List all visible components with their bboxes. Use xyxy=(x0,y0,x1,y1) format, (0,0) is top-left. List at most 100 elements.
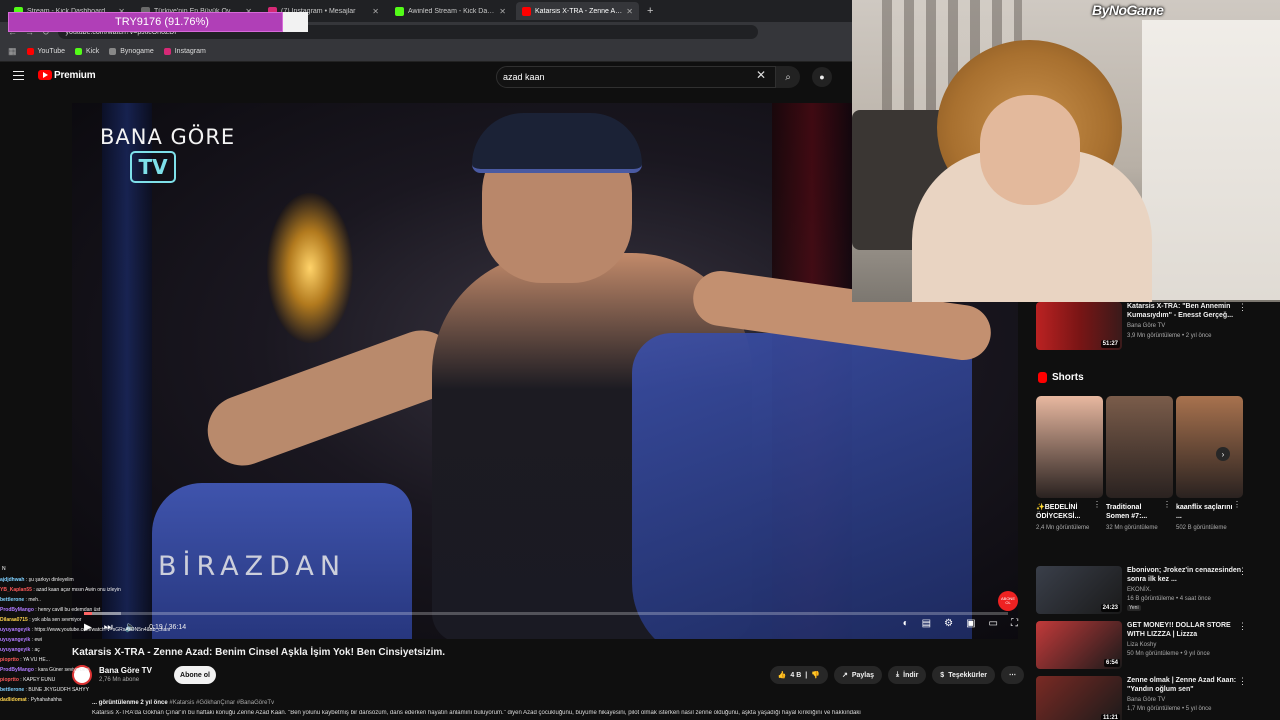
chat-username[interactable]: ProdByMango xyxy=(0,667,34,673)
chat-text: aç xyxy=(34,647,40,653)
streamer-face xyxy=(980,95,1080,205)
shorts-next-icon[interactable]: › xyxy=(1216,447,1230,461)
chat-username[interactable]: uyuyangeyik xyxy=(0,627,30,633)
thumbs-up-icon: 👍 xyxy=(777,672,787,679)
chat-username[interactable]: ProdByMango xyxy=(0,607,34,613)
recommended-channel[interactable]: Bana Göre TV xyxy=(1127,323,1165,329)
bookmark-label: Bynogame xyxy=(120,48,154,55)
fullscreen-icon[interactable]: ⛶ xyxy=(1011,618,1018,629)
more-actions-button[interactable]: ⋯ xyxy=(1001,666,1024,684)
short-thumbnail[interactable] xyxy=(1036,396,1103,498)
video-progress-bar[interactable] xyxy=(84,612,1008,615)
short-thumbnail[interactable] xyxy=(1106,396,1173,498)
bookmark-bynogame[interactable]: Bynogame xyxy=(109,48,154,55)
more-options-icon[interactable]: ⋮ xyxy=(1238,566,1247,577)
chat-username[interactable]: Dilaraa0715 xyxy=(0,617,28,623)
chat-username[interactable]: YB_Kaplan55 xyxy=(0,587,32,593)
chat-text: KAPEY EUNU xyxy=(23,677,56,683)
youtube-premium-label[interactable]: Premium xyxy=(54,70,96,81)
video-thumbnail[interactable]: 51:27 xyxy=(1036,302,1122,350)
bookmark-youtube[interactable]: YouTube xyxy=(26,48,65,55)
video-description[interactable]: Katarsis X-TRA'da Gökhan Çınar'ın bu haf… xyxy=(92,710,1012,716)
settings-gear-icon[interactable]: ⚙ xyxy=(944,618,953,629)
new-badge: Yeni xyxy=(1127,605,1141,611)
time-total: 36:14 xyxy=(168,623,187,631)
bookmark-kick[interactable]: Kick xyxy=(75,48,99,55)
search-input[interactable]: azad kaan xyxy=(496,66,776,88)
short-card[interactable]: Traditional Somen #7:... 32 Mn görüntülem… xyxy=(1106,396,1173,532)
download-button[interactable]: ⤓ İndir xyxy=(888,666,927,684)
short-title[interactable]: ✨BEDELİNİ ÖDİYCEKSİ... xyxy=(1036,503,1094,521)
miniplayer-icon[interactable]: ▣ xyxy=(966,618,975,629)
chat-text: henry cavill bu edemdan üst xyxy=(38,607,101,613)
tab-label: Awinled Stream - Kick Dashbo xyxy=(408,7,496,15)
recommended-title[interactable]: GET MONEY!! DOLLAR STORE WITH LIZZZA | L… xyxy=(1127,621,1247,639)
clear-search-icon[interactable]: ✕ xyxy=(756,68,766,82)
browser-tab[interactable]: Awinled Stream - Kick Dashbo ✕ xyxy=(389,2,512,20)
browser-tab[interactable]: Katarsis X-TRA - Zenne Azad: B✕ xyxy=(516,2,639,20)
hamburger-menu-icon[interactable] xyxy=(13,71,24,80)
tab-close-icon[interactable]: ✕ xyxy=(372,7,379,16)
subscribe-watermark[interactable]: ABONE OL xyxy=(998,591,1018,611)
share-icon: ↗ xyxy=(841,672,848,679)
short-card[interactable]: kaanflix saçlarını ... 502 B görüntüleme ⋮ xyxy=(1176,396,1243,532)
chat-text: https://www.youtube.com/watch?v=sGRsAsDN… xyxy=(34,627,170,633)
recommended-title[interactable]: Katarsis X-TRA: "Ben Annemin Kumasıydım"… xyxy=(1127,302,1247,320)
autoplay-toggle-icon[interactable]: ◐ xyxy=(903,618,909,629)
tab-close-icon[interactable]: ✕ xyxy=(499,7,506,16)
short-title[interactable]: Traditional Somen #7:... xyxy=(1106,503,1164,521)
like-button[interactable]: 👍 4 B | 👎 xyxy=(769,666,828,684)
recommended-title[interactable]: Ebonivon; Jrokez'in cenazesinden sonra i… xyxy=(1127,566,1247,584)
chat-text: meh.. xyxy=(28,597,41,603)
chat-message: bettlerone : BUNE JKYGUDFH SAHYY xyxy=(0,685,170,695)
thumbs-down-icon[interactable]: 👎 xyxy=(811,671,820,679)
hashtags[interactable]: #Katarsis #GökhanÇınar #BanaGöreTv xyxy=(169,700,274,706)
chat-username[interactable]: uyuyangeyik xyxy=(0,647,30,653)
voice-search-button[interactable]: ● xyxy=(812,67,832,87)
thanks-button[interactable]: $ Teşekkürler xyxy=(932,666,995,684)
more-options-icon[interactable]: ⋮ xyxy=(1238,676,1247,687)
short-card[interactable]: ✨BEDELİNİ ÖDİYCEKSİ... 2,4 Mn görüntüleme… xyxy=(1036,396,1103,532)
recommended-channel[interactable]: Liza Koshy xyxy=(1127,642,1156,648)
chat-username[interactable]: dadlidomat xyxy=(0,697,27,703)
theater-mode-icon[interactable]: ▭ xyxy=(989,618,998,629)
chat-username[interactable]: bettlerone xyxy=(0,687,24,693)
chat-username[interactable]: ajdjdhwah xyxy=(0,577,24,583)
player-controls: ▶ ⏭ 🔈 0:19 / 36:14 ◐ ▤ ⚙ ▣ ▭ ⛶ xyxy=(84,618,1018,636)
more-options-icon[interactable]: ⋮ xyxy=(1238,302,1247,313)
new-tab-icon[interactable]: + xyxy=(643,5,653,17)
short-title[interactable]: kaanflix saçlarını ... xyxy=(1176,503,1234,521)
bynogame-icon xyxy=(109,48,117,55)
apps-grid-icon[interactable]: ▦ xyxy=(8,46,17,57)
video-actions: 👍 4 B | 👎 ↗ Paylaş ⤓ İndir $ Teşekkürler ⋯ xyxy=(769,666,1024,684)
chat-username[interactable]: pioprtto xyxy=(0,657,19,663)
video-thumbnail[interactable]: 24:23 xyxy=(1036,566,1122,614)
video-thumbnail[interactable]: 6:54 xyxy=(1036,621,1122,669)
more-options-icon[interactable]: ⋮ xyxy=(1093,500,1101,509)
recommended-title[interactable]: Zenne olmak | Zenne Azad Kaan: "Yandın o… xyxy=(1127,676,1247,694)
tab-close-icon[interactable]: ✕ xyxy=(626,7,633,16)
chat-username[interactable]: uyuyangeyik xyxy=(0,637,30,643)
chat-message: ProdByMango : kara Güner seviyo beni xyxy=(0,665,170,675)
search-button[interactable]: ⌕ xyxy=(776,66,800,88)
subtitles-icon[interactable]: ▤ xyxy=(922,618,931,629)
shorts-label: Shorts xyxy=(1052,372,1084,383)
kick-icon xyxy=(75,48,83,55)
short-thumbnail[interactable] xyxy=(1176,396,1243,498)
share-button[interactable]: ↗ Paylaş xyxy=(833,666,883,684)
bookmark-label: Kick xyxy=(86,48,100,55)
more-options-icon[interactable]: ⋮ xyxy=(1233,500,1241,509)
chat-username[interactable]: pioprtto xyxy=(0,677,19,683)
chat-text: yok abla sen sevmiyor xyxy=(31,617,82,623)
recommended-channel[interactable]: Bana Göre TV xyxy=(1127,697,1165,703)
bookmark-instagram[interactable]: Instagram xyxy=(163,48,206,55)
more-options-icon[interactable]: ⋮ xyxy=(1163,500,1171,509)
video-thumbnail[interactable]: 11:21 xyxy=(1036,676,1122,720)
chat-username[interactable]: bettlerone xyxy=(0,597,24,603)
divider: | xyxy=(805,671,808,679)
video-duration: 6:54 xyxy=(1103,659,1120,667)
youtube-logo-icon[interactable] xyxy=(38,70,52,80)
more-options-icon[interactable]: ⋮ xyxy=(1238,621,1247,632)
subscribe-button[interactable]: Abone ol xyxy=(174,666,216,684)
recommended-channel[interactable]: EKONİX. xyxy=(1127,587,1151,593)
